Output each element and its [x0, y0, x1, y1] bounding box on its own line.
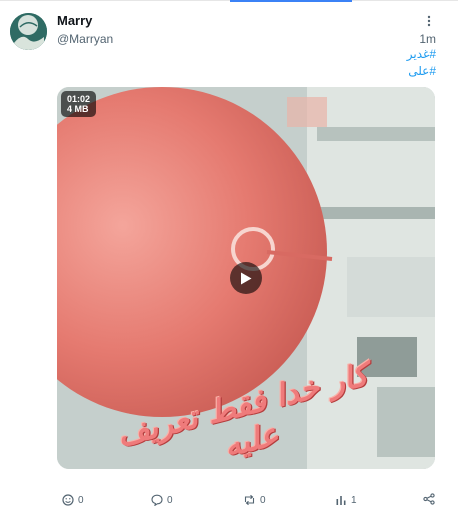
reposts-count: 0: [260, 494, 266, 506]
repost-button[interactable]: 0: [243, 492, 266, 508]
video-file-size: 4 MB: [67, 104, 89, 114]
author-name[interactable]: Marry: [57, 13, 92, 28]
reactions-count: 0: [78, 494, 84, 506]
reply-icon: [151, 494, 163, 506]
more-vertical-icon: [427, 15, 431, 27]
author-handle[interactable]: @Marryan: [57, 32, 113, 46]
repost-icon: [244, 494, 255, 506]
top-divider: [0, 0, 458, 1]
video-info-badge: 01:02 4 MB: [61, 91, 97, 117]
replies-count: 0: [167, 494, 173, 506]
react-button[interactable]: 0: [62, 492, 84, 508]
video-thumbnail[interactable]: کار خدا فقط تعریف علیه 01:02 4 MB: [57, 87, 435, 469]
author-avatar[interactable]: [10, 13, 47, 50]
more-options-button[interactable]: [421, 13, 437, 29]
share-icon: [423, 493, 435, 505]
reply-button[interactable]: 0: [151, 492, 173, 508]
active-tab-indicator: [230, 0, 352, 2]
views-button[interactable]: 1: [335, 492, 357, 508]
video-duration: 01:02: [67, 94, 91, 104]
play-button[interactable]: [230, 262, 262, 294]
views-icon: [336, 496, 346, 505]
post-timestamp[interactable]: 1m: [419, 32, 436, 46]
share-button[interactable]: [423, 492, 435, 510]
play-icon: [241, 272, 252, 284]
hashtag-link[interactable]: #علی: [408, 64, 436, 78]
hashtag-link[interactable]: #غدیر: [407, 47, 436, 61]
views-count: 1: [351, 494, 357, 506]
emoji-icon: [62, 494, 74, 506]
